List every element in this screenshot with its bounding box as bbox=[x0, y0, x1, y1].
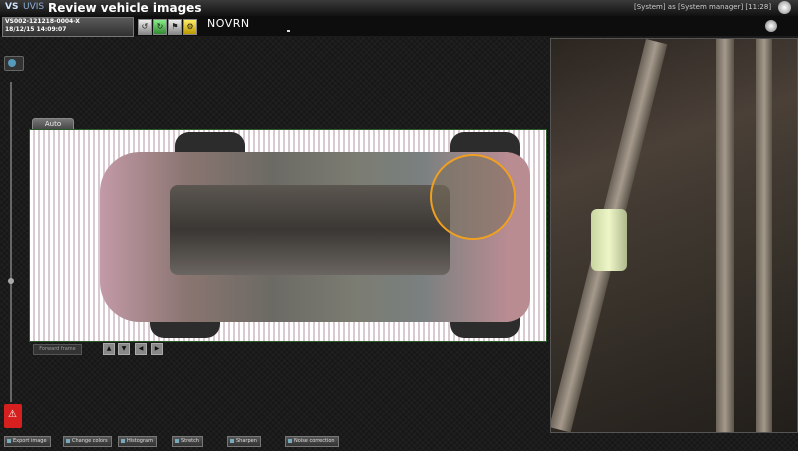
vehicle-id: VS002-121218-0004-X bbox=[5, 18, 80, 25]
user-status: [System] as [System manager] [11:28] bbox=[634, 3, 772, 11]
alert-button[interactable]: ⚠ bbox=[4, 404, 22, 428]
brand-name: UVIS bbox=[23, 2, 45, 12]
export-image-button[interactable]: Export image bbox=[4, 436, 51, 447]
arrow-down-button[interactable]: ▼ bbox=[118, 343, 130, 355]
title-bar: VS UVIS Review vehicle images [System] a… bbox=[0, 0, 798, 17]
zoom-control[interactable] bbox=[4, 56, 24, 71]
vehicle-chassis bbox=[170, 185, 450, 275]
change-colors-button[interactable]: Change colors bbox=[63, 436, 112, 447]
zoom-slider-handle[interactable] bbox=[8, 278, 14, 284]
window-title: Review vehicle images bbox=[48, 1, 202, 15]
arrow-up-button[interactable]: ▲ bbox=[103, 343, 115, 355]
zoom-slider-track[interactable] bbox=[10, 82, 12, 402]
settings-button[interactable]: ⚙ bbox=[183, 19, 197, 35]
rotate-left-button[interactable]: ↺ bbox=[138, 19, 152, 35]
noise-correction-button[interactable]: Noise correction bbox=[285, 436, 339, 447]
rod bbox=[756, 39, 772, 432]
alert-icon: ⚠ bbox=[8, 409, 17, 420]
gear-icon[interactable] bbox=[778, 1, 791, 14]
vehicle-info: VS002-121218-0004-X 18/12/15 14:09:07 bbox=[2, 17, 134, 37]
flag-button[interactable]: ⚑ bbox=[168, 19, 182, 35]
zoom-icon bbox=[8, 59, 16, 67]
vehicle-datetime: 18/12/15 14:09:07 bbox=[5, 26, 67, 33]
separator-dot bbox=[287, 30, 290, 32]
histogram-button[interactable]: Histogram bbox=[118, 436, 157, 447]
arrow-left-button[interactable]: ◀ bbox=[135, 343, 147, 355]
vehicle-underside-image[interactable] bbox=[29, 129, 547, 342]
forward-frame-button[interactable]: Forward frame bbox=[33, 344, 82, 355]
arrow-right-button[interactable]: ▶ bbox=[151, 343, 163, 355]
app-logo: VS bbox=[5, 2, 19, 12]
license-plate: NOVRN bbox=[207, 17, 250, 30]
sharpen-button[interactable]: Sharpen bbox=[227, 436, 261, 447]
gear-icon[interactable] bbox=[765, 20, 777, 32]
stretch-button[interactable]: Stretch bbox=[172, 436, 204, 447]
rotate-right-button[interactable]: ↻ bbox=[153, 19, 167, 35]
cylinder-part bbox=[591, 209, 627, 271]
rod bbox=[716, 39, 734, 432]
magnifier-selection[interactable] bbox=[430, 154, 516, 240]
zoomed-detail-image[interactable] bbox=[550, 38, 798, 433]
